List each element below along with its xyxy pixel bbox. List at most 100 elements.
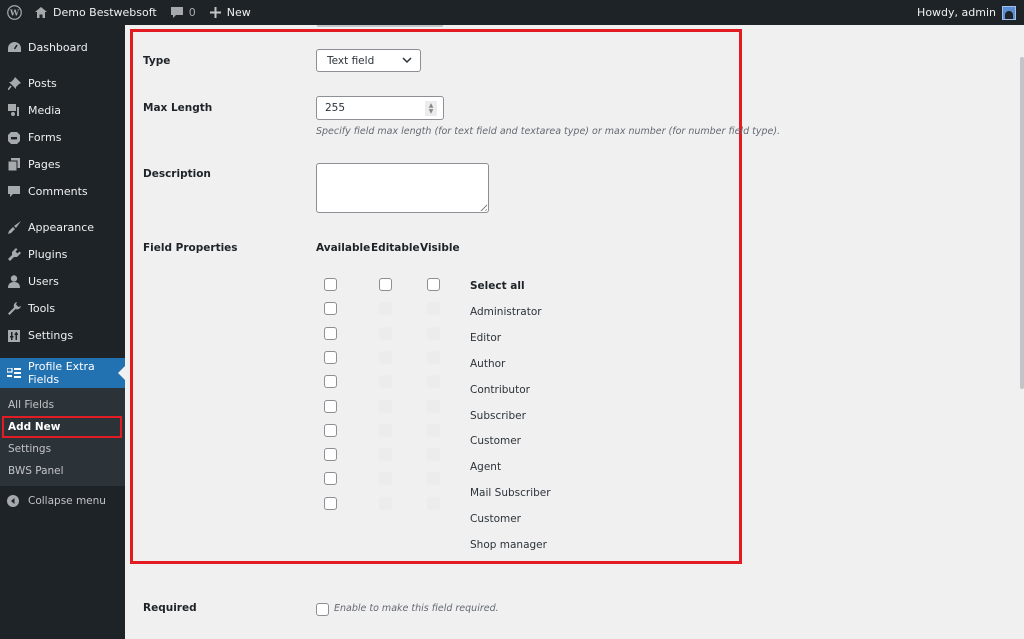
plus-icon [209,7,221,18]
new-label: New [226,6,251,19]
role-label: Subscriber [470,410,526,422]
sidebar-item-comments[interactable]: Comments [0,178,125,205]
role-available-checkbox[interactable] [324,424,337,437]
comment-icon [170,6,183,19]
admin-bar: W Demo Bestwebsoft 0 New Howdy, admin [0,0,1024,25]
role-available-checkbox[interactable] [324,375,337,388]
role-editable-checkbox [379,472,392,485]
role-available-checkbox[interactable] [324,351,337,364]
required-label: Required [143,602,197,614]
max-length-input[interactable]: 255 ▲ ▼ [316,96,444,120]
select-all-editable-checkbox[interactable] [379,278,392,291]
role-editable-checkbox [379,400,392,413]
role-visible-checkbox [427,424,440,437]
column-available: Available [316,242,371,254]
role-editable-checkbox [379,448,392,461]
submenu-item-add-new[interactable]: Add New [2,416,122,438]
sliders-icon [7,329,21,343]
site-name-link[interactable]: Demo Bestwebsoft [28,0,164,25]
column-editable: Editable [371,242,420,254]
role-available-checkbox[interactable] [324,400,337,413]
role-editable-checkbox [379,351,392,364]
role-label: Administrator [470,306,542,318]
svg-text:W: W [8,8,19,18]
sidebar-item-label: Profile Extra Fields [28,360,95,386]
sidebar-item-label: Dashboard [28,41,88,54]
wrench-icon [7,302,21,316]
sidebar-item-dashboard[interactable]: Dashboard [0,34,125,61]
role-editable-checkbox [379,497,392,510]
role-visible-checkbox [427,351,440,364]
admin-sidebar: Dashboard Posts Media Forms Pages Commen… [0,25,125,639]
sidebar-item-appearance[interactable]: Appearance [0,214,125,241]
number-spinner-icon[interactable]: ▲ ▼ [425,101,437,116]
required-checkbox[interactable] [316,603,329,616]
sidebar-item-plugins[interactable]: Plugins [0,241,125,268]
brush-icon [7,221,21,235]
select-all-available-checkbox[interactable] [324,278,337,291]
type-select[interactable]: Text field [316,49,421,72]
role-visible-checkbox [427,327,440,340]
field-properties-label: Field Properties [143,242,238,254]
submenu-item-settings[interactable]: Settings [0,438,125,460]
collapse-menu-label: Collapse menu [28,495,106,507]
role-visible-checkbox [427,302,440,315]
comments-count: 0 [188,6,196,19]
role-label: Customer [470,435,522,447]
chevron-down-icon [402,55,412,68]
sidebar-item-forms[interactable]: Forms [0,124,125,151]
submenu-item-bws-panel[interactable]: BWS Panel [0,460,125,482]
new-content-link[interactable]: New [203,0,258,25]
sidebar-item-label: Settings [28,329,74,342]
column-visible: Visible [420,242,460,254]
description-textarea[interactable] [316,163,489,213]
greeting: Howdy, admin [917,6,996,19]
sidebar-item-label: Pages [28,158,61,171]
comment-icon [7,185,21,199]
avatar [1002,5,1016,20]
role-label: Shop manager [470,539,547,551]
role-available-checkbox[interactable] [324,327,337,340]
comments-link[interactable]: 0 [164,0,203,25]
type-label: Type [143,55,171,67]
sidebar-item-label: Users [28,275,59,288]
sidebar-item-tools[interactable]: Tools [0,295,125,322]
role-available-checkbox[interactable] [324,497,337,510]
sidebar-item-label: Appearance [28,221,95,234]
pages-icon [7,158,21,172]
sidebar-item-label: Media [28,104,62,117]
max-length-value: 255 [325,102,346,114]
role-label: Contributor [470,384,530,396]
resize-handle-icon[interactable] [478,202,487,211]
sidebar-item-pages[interactable]: Pages [0,151,125,178]
plug-icon [7,248,21,262]
scrollbar[interactable] [1020,57,1024,389]
dashboard-icon [7,41,21,55]
sidebar-item-label: Posts [28,77,57,90]
my-account-link[interactable]: Howdy, admin [910,0,1024,25]
role-available-checkbox[interactable] [324,448,337,461]
wordpress-logo-button[interactable]: W [0,0,28,25]
role-editable-checkbox [379,302,392,315]
role-label: Mail Subscriber [470,487,551,499]
role-editable-checkbox [379,424,392,437]
sidebar-item-posts[interactable]: Posts [0,70,125,97]
collapse-menu-button[interactable]: Collapse menu [0,486,125,516]
sidebar-item-profile-extra-fields[interactable]: Profile Extra Fields [0,358,125,388]
role-visible-checkbox [427,472,440,485]
role-editable-checkbox [379,375,392,388]
role-label: Author [470,358,506,370]
sidebar-item-media[interactable]: Media [0,97,125,124]
profile-extra-fields-submenu: All Fields Add New Settings BWS Panel [0,388,125,486]
sidebar-item-settings[interactable]: Settings [0,322,125,349]
role-available-checkbox[interactable] [324,302,337,315]
wordpress-logo-icon: W [6,5,22,20]
id-card-icon [7,366,21,380]
select-all-visible-checkbox[interactable] [427,278,440,291]
sidebar-item-users[interactable]: Users [0,268,125,295]
role-visible-checkbox [427,497,440,510]
submenu-item-all-fields[interactable]: All Fields [0,394,125,416]
role-visible-checkbox [427,375,440,388]
max-length-hint: Specify field max length (for text field… [316,126,781,137]
role-available-checkbox[interactable] [324,472,337,485]
